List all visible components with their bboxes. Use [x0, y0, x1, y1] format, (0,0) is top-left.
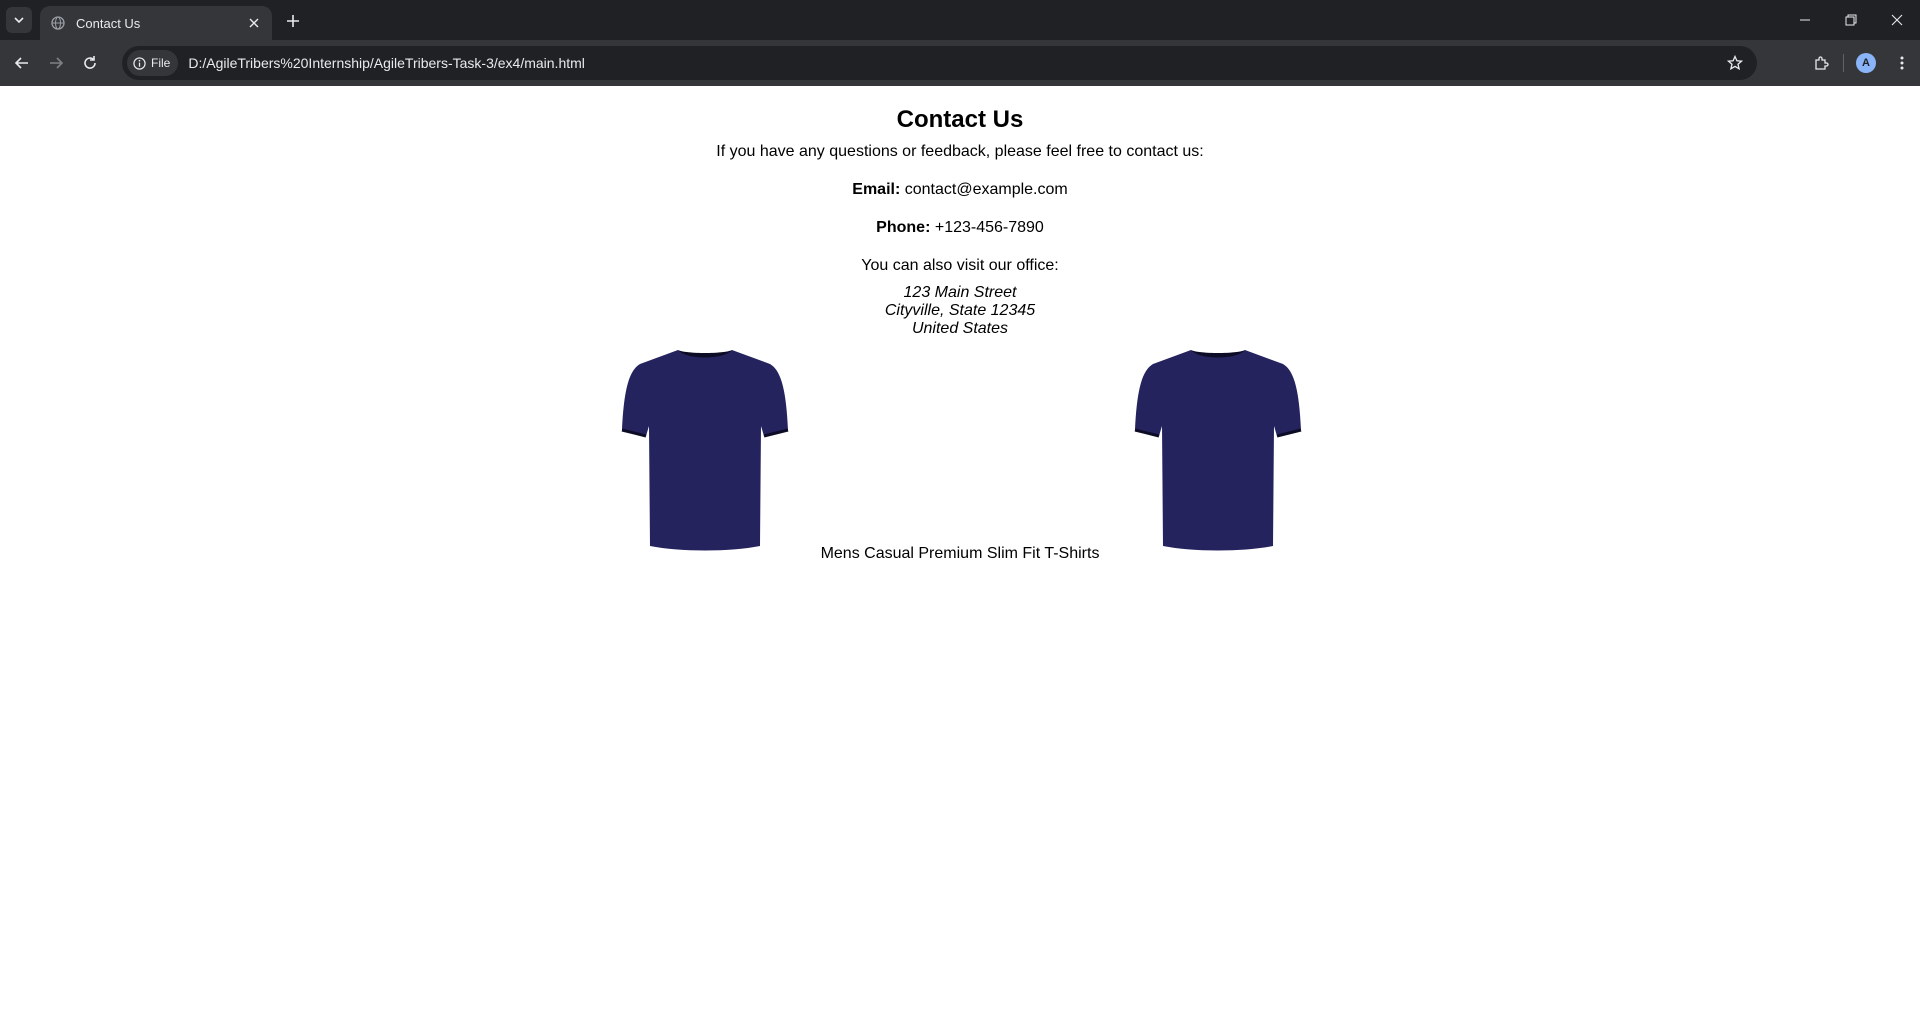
office-text: You can also visit our office: [861, 257, 1059, 274]
tab-search-icon[interactable] [6, 7, 32, 33]
close-icon[interactable] [244, 13, 264, 33]
tab-strip: Contact Us [0, 0, 1920, 40]
window-controls [1782, 0, 1920, 40]
phone-value: +123-456-7890 [934, 219, 1044, 236]
tshirt-image-right [1134, 350, 1302, 551]
product-section: Mens Casual Premium Slim Fit T-Shirts [0, 342, 1920, 572]
menu-icon[interactable] [1884, 46, 1920, 80]
forward-icon[interactable] [39, 46, 73, 80]
tab-contact-us[interactable]: Contact Us [40, 6, 272, 40]
tshirt-image-left [621, 350, 789, 551]
email-value: contact@example.com [904, 181, 1068, 198]
page-content: Contact Us If you have any questions or … [0, 86, 1920, 1032]
address-bar[interactable]: File D:/AgileTribers%20Internship/AgileT… [122, 46, 1757, 80]
email-label: Email: [852, 181, 901, 198]
toolbar-divider [1843, 54, 1844, 72]
restore-icon[interactable] [1828, 0, 1874, 40]
address-line-3: United States [911, 320, 1009, 337]
toolbar: File D:/AgileTribers%20Internship/AgileT… [0, 40, 1920, 86]
profile-button[interactable]: A [1848, 46, 1884, 80]
intro-text: If you have any questions or feedback, p… [716, 143, 1204, 160]
office-address: 123 Main Street Cityville, State 12345 U… [0, 284, 1920, 338]
address-line-2: Cityville, State 12345 [884, 302, 1036, 319]
close-window-icon[interactable] [1874, 0, 1920, 40]
site-info-chip[interactable]: File [127, 50, 179, 76]
tab-title: Contact Us [76, 15, 141, 31]
url-text[interactable]: D:/AgileTribers%20Internship/AgileTriber… [188, 55, 585, 71]
address-line-1: 123 Main Street [903, 284, 1017, 301]
product-caption: Mens Casual Premium Slim Fit T-Shirts [820, 545, 1100, 562]
star-icon[interactable] [1723, 51, 1747, 75]
extensions-icon[interactable] [1803, 46, 1839, 80]
email-line: Email: contact@example.com [0, 180, 1920, 200]
info-icon [133, 56, 146, 70]
back-icon[interactable] [5, 46, 39, 80]
phone-line: Phone: +123-456-7890 [0, 218, 1920, 238]
plus-icon[interactable] [281, 9, 305, 33]
globe-icon [50, 15, 66, 31]
chip-label: File [151, 56, 171, 70]
reload-icon[interactable] [73, 46, 107, 80]
page-title: Contact Us [896, 106, 1024, 133]
toolbar-right: A [1803, 46, 1920, 80]
minimize-icon[interactable] [1782, 0, 1828, 40]
phone-label: Phone: [876, 219, 931, 236]
browser-chrome: Contact Us File D:/AgileTribers%20Intern… [0, 0, 1920, 86]
avatar: A [1856, 53, 1876, 73]
